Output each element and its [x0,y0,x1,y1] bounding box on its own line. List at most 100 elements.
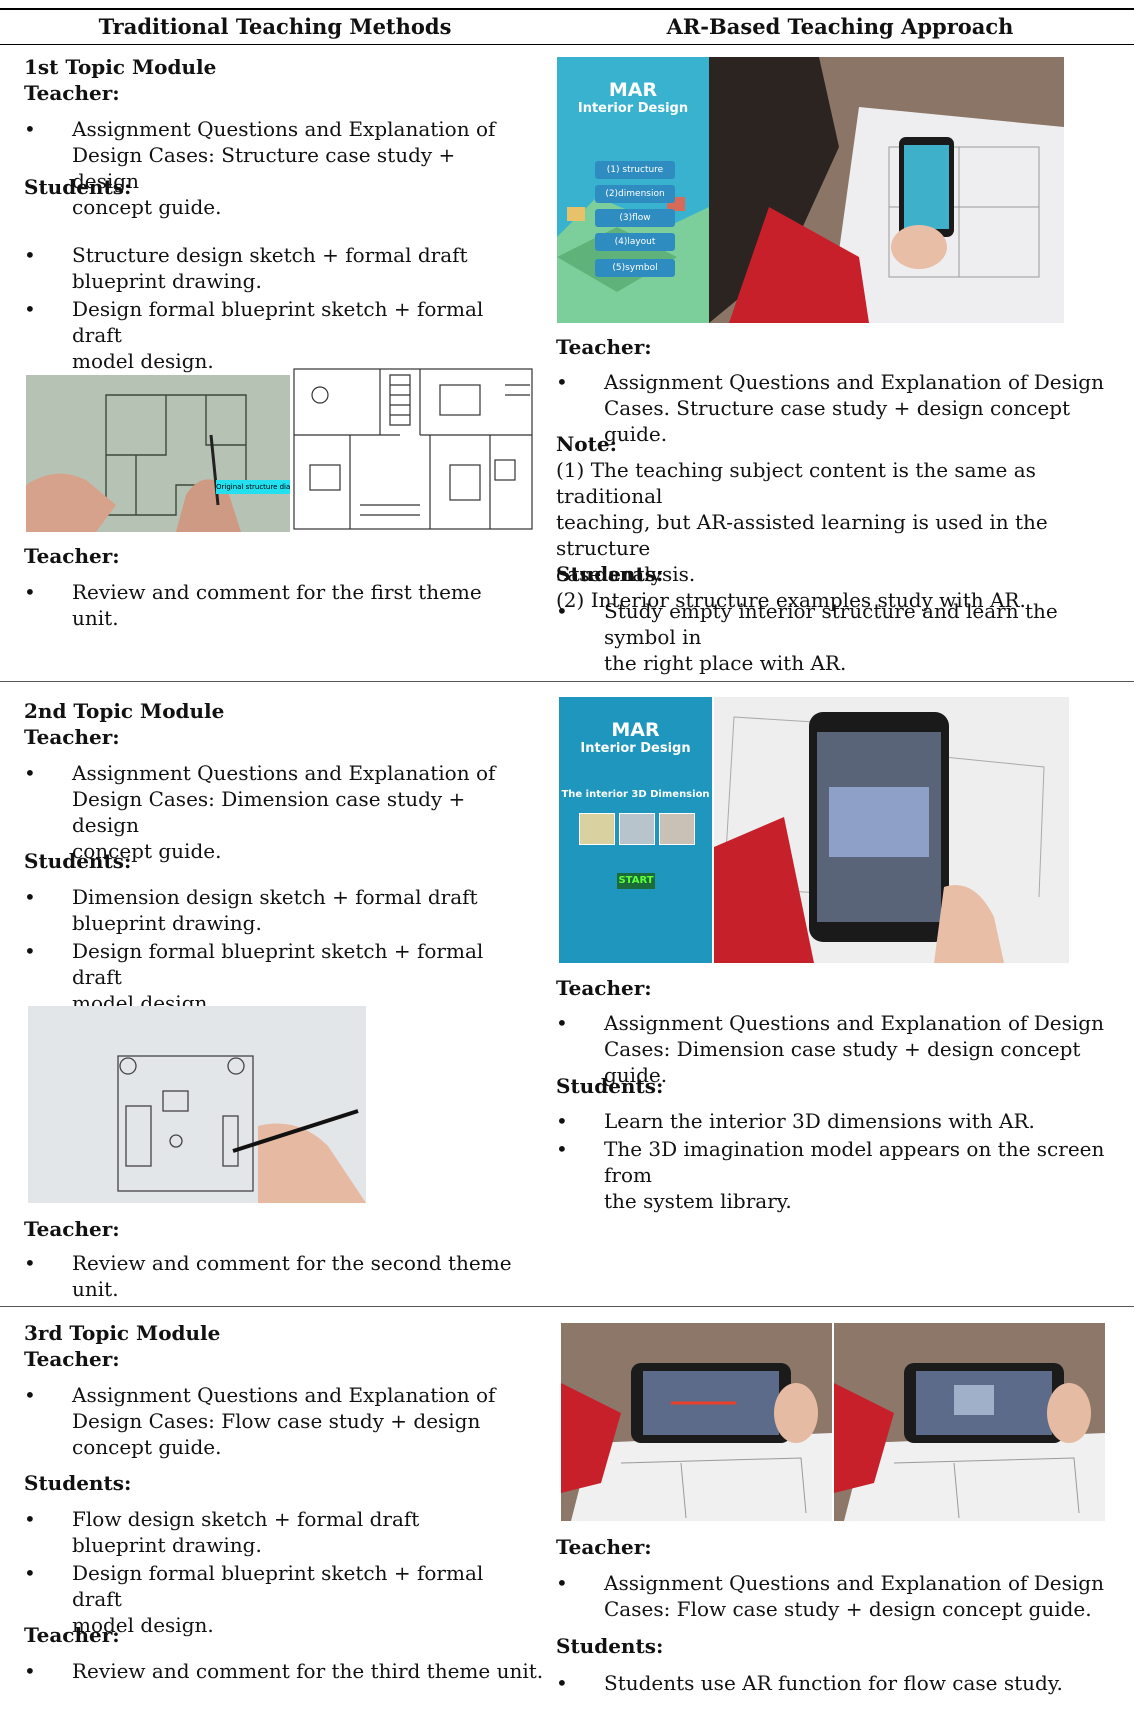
ar-flow-scene-1 [561,1323,832,1521]
line: Design formal blueprint sketch + formal … [72,1561,484,1611]
module1-right-teacher-item: • Assignment Questions and Explanation o… [556,369,1126,446]
start-button[interactable]: START [617,873,655,889]
module1-left-teacher-label: Teacher: [24,81,120,105]
module3-left-student-item-2: • Design formal blueprint sketch + forma… [24,1560,524,1637]
module2-left-teacher2-item: • Review and comment for the second them… [24,1250,544,1301]
header-rule [0,44,1134,45]
line: Cases: Flow case study + design concept … [604,1597,1092,1621]
app-menu-structure[interactable]: (1) structure [595,161,675,179]
bullet: • [556,370,568,394]
bullet: • [24,1659,36,1683]
module3-left-teacher2-item: • Review and comment for the third theme… [24,1658,544,1684]
model-thumbnail-2[interactable] [619,813,655,845]
module1-left-teacher2-label: Teacher: [24,544,120,568]
line: Assignment Questions and Explanation of … [604,1011,1104,1035]
module-divider-1 [0,681,1134,682]
module3-left-students-label: Students: [24,1471,132,1495]
app-menu-layout[interactable]: (4)layout [595,233,675,251]
line: Review and comment for the third theme u… [72,1659,544,1683]
app-menu-symbol[interactable]: (5)symbol [595,259,675,277]
ar-photo-scene [709,57,1064,323]
module3-right-teacher-label: Teacher: [556,1535,652,1559]
line: concept guide. [72,839,222,863]
module3-right-teacher-item: • Assignment Questions and Explanation o… [556,1570,1126,1622]
line: Review and comment for the first theme u… [72,580,482,630]
line: Students use AR function for flow case s… [604,1671,1063,1695]
module2-right-student-item-2: • The 3D imagination model appears on th… [556,1136,1126,1213]
bullet: • [24,885,36,909]
app-menu-flow[interactable]: (3)flow [595,209,675,227]
model-thumbnail-1[interactable] [579,813,615,845]
sketch-photo-structure: Original structure diagram [26,375,294,532]
line: Review and comment for the second theme … [72,1251,512,1301]
bullet: • [556,1011,568,1035]
line: Design Cases: Structure case study + des… [72,143,456,193]
bullet: • [24,1561,36,1585]
module2-left-teacher2-label: Teacher: [24,1217,120,1241]
line: Design Cases: Dimension case study + des… [72,787,466,837]
model-thumbnail-3[interactable] [659,813,695,845]
module1-left-student-item-1: • Structure design sketch + formal draft… [24,242,524,294]
line: (1) The teaching subject content is the … [556,458,1036,508]
module3-left-teacher-item: • Assignment Questions and Explanation o… [24,1382,524,1460]
line: Flow design sketch + formal draft [72,1507,420,1531]
module1-right-students-label: Students: [556,562,664,586]
header-left: Traditional Teaching Methods [98,14,452,39]
module2-left-teacher-label: Teacher: [24,725,120,749]
line: Cases. Structure case study + design con… [604,396,1071,446]
line: model design. [72,1613,214,1637]
ar-flow-photo-2 [834,1323,1105,1521]
line: concept guide. [72,1435,222,1459]
module3-right-students-label: Students: [556,1634,664,1658]
mar-app-dimension-screen: MAR Interior Design The interior 3D Dime… [559,697,712,963]
line: Dimension design sketch + formal draft [72,885,478,909]
top-rule [0,8,1134,10]
line: Cases: Dimension case study + design con… [604,1037,1081,1087]
student-using-ar-photo [709,57,1064,323]
bullet: • [24,1383,36,1407]
module1-title: 1st Topic Module [24,55,217,79]
line: Design formal blueprint sketch + formal … [72,297,484,347]
line: concept guide. [72,195,222,219]
line: Design Cases: Flow case study + design [72,1409,481,1433]
module1-right-student-item: • Study empty interior structure and lea… [556,598,1126,675]
module2-right-student-item-1: • Learn the interior 3D dimensions with … [556,1108,1126,1134]
bullet: • [556,1671,568,1695]
line: The 3D imagination model appears on the … [604,1137,1105,1187]
app-title: MAR [611,719,660,741]
bullet: • [24,117,36,141]
bullet: • [24,939,36,963]
module2-left-students-label: Students: [24,849,132,873]
line: the right place with AR. [604,651,847,675]
bullet: • [24,1507,36,1531]
line: Study empty interior structure and learn… [604,599,1058,649]
module3-right-student-item: • Students use AR function for flow case… [556,1670,1126,1696]
module1-left-students-label: Students: [24,175,132,199]
line: Assignment Questions and Explanation of [72,117,496,141]
line: Design formal blueprint sketch + formal … [72,939,484,989]
line: Structure design sketch + formal draft [72,243,468,267]
module3-title: 3rd Topic Module [24,1321,221,1345]
ar-flow-scene-2 [834,1323,1105,1521]
module2-title: 2nd Topic Module [24,699,225,723]
ar-3d-dimension-photo [714,697,1069,963]
sketch-photo-dimension [28,1006,366,1203]
bullet: • [24,1251,36,1275]
bullet: • [24,761,36,785]
bullet: • [556,1571,568,1595]
line: blueprint drawing. [72,911,262,935]
line: Assignment Questions and Explanation of [72,1383,496,1407]
app-heading: The interior 3D Dimension [561,789,710,800]
line: blueprint drawing. [72,269,262,293]
line: the system library. [604,1189,792,1213]
line: Assignment Questions and Explanation of [72,761,496,785]
header-right: AR-Based Teaching Approach [666,14,1014,39]
floor-plan-graphic [293,368,533,530]
app-menu-dimension[interactable]: (2)dimension [595,185,675,203]
bullet: • [556,1109,568,1133]
module2-left-student-item-2: • Design formal blueprint sketch + forma… [24,938,524,1015]
bullet: • [556,599,568,623]
line: Assignment Questions and Explanation of … [604,1571,1104,1595]
ar-dimension-scene [714,697,1069,963]
module3-left-student-item-1: • Flow design sketch + formal draft blue… [24,1506,524,1558]
